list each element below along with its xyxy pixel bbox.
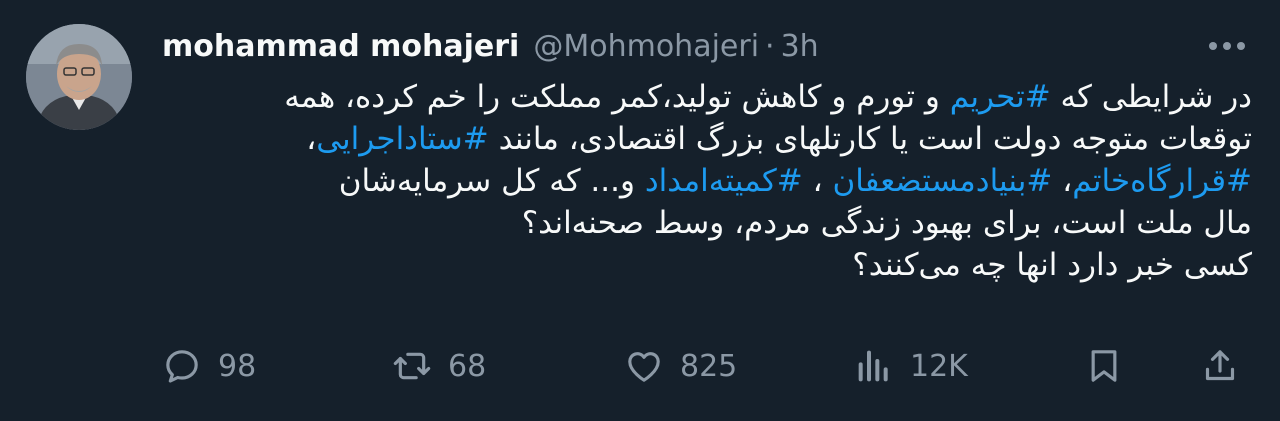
retweet-icon <box>393 352 431 380</box>
tweet-text-segment: کسی خبر دارد انها چه می‌کنند؟ <box>852 247 1252 283</box>
more-horizontal-icon <box>1209 42 1245 50</box>
heart-icon <box>628 352 660 382</box>
hashtag-link[interactable]: #کمیته‌امداد <box>645 163 803 199</box>
tweet-text-line: توقعات متوجه دولت است یا کارتلهای بزرگ ا… <box>162 118 1252 160</box>
tweet-text-segment: توقعات متوجه دولت است یا کارتلهای بزرگ ا… <box>488 121 1252 157</box>
bookmark-button[interactable] <box>1084 338 1124 394</box>
tweet-text-segment: ، <box>802 163 833 199</box>
retweet-count: 68 <box>448 348 487 384</box>
share-icon <box>1205 350 1235 381</box>
views-button[interactable]: 12K <box>854 338 968 394</box>
author-name[interactable]: mohammad mohajeri <box>162 29 519 64</box>
tweet-header: mohammad mohajeri @Mohmohajeri · 3h <box>162 22 1250 70</box>
timestamp[interactable]: 3h <box>781 29 819 64</box>
action-bar: 98 68 825 12K <box>0 338 1280 394</box>
tweet-text-segment: مال ملت است، برای بهبود زندگی مردم، وسط … <box>521 205 1252 241</box>
hashtag-link[interactable]: #تحریم <box>950 79 1051 115</box>
share-button[interactable] <box>1200 338 1240 394</box>
tweet-text: در شرایطی که #تحریم و تورم و کاهش تولید،… <box>162 76 1252 286</box>
like-button[interactable]: 825 <box>624 338 737 394</box>
tweet-text-segment: و... که کل سرمایه‌شان <box>338 163 645 199</box>
tweet-text-segment: و تورم و کاهش تولید،کمر مملکت را خم کرده… <box>284 79 950 115</box>
more-button[interactable] <box>1204 26 1250 66</box>
tweet-text-segment: ، <box>306 121 317 157</box>
reply-icon <box>166 350 198 383</box>
like-count: 825 <box>680 348 738 384</box>
profile-photo <box>26 24 132 130</box>
bookmark-icon <box>1091 350 1117 382</box>
avatar[interactable] <box>26 24 132 130</box>
retweet-button[interactable]: 68 <box>392 338 486 394</box>
tweet-text-line: در شرایطی که #تحریم و تورم و کاهش تولید،… <box>162 76 1252 118</box>
views-count: 12K <box>910 348 968 384</box>
tweet-text-line: #قرارگاه‌خاتم، #بنیادمستضعفان ، #کمیته‌ا… <box>162 160 1252 202</box>
reply-button[interactable]: 98 <box>162 338 256 394</box>
author-handle[interactable]: @Mohmohajeri <box>533 29 759 64</box>
reply-count: 98 <box>218 348 257 384</box>
tweet-text-segment: در شرایطی که <box>1050 79 1252 115</box>
views-chart-icon <box>858 350 888 382</box>
separator-dot: · <box>765 28 775 64</box>
tweet-text-line: مال ملت است، برای بهبود زندگی مردم، وسط … <box>162 202 1252 244</box>
hashtag-link[interactable]: #قرارگاه‌خاتم <box>1072 163 1252 199</box>
hashtag-link[interactable]: #بنیادمستضعفان <box>832 163 1052 199</box>
tweet-text-line: کسی خبر دارد انها چه می‌کنند؟ <box>162 244 1252 286</box>
hashtag-link[interactable]: #ستاداجرایی <box>316 121 489 157</box>
tweet-text-segment: ، <box>1052 163 1073 199</box>
